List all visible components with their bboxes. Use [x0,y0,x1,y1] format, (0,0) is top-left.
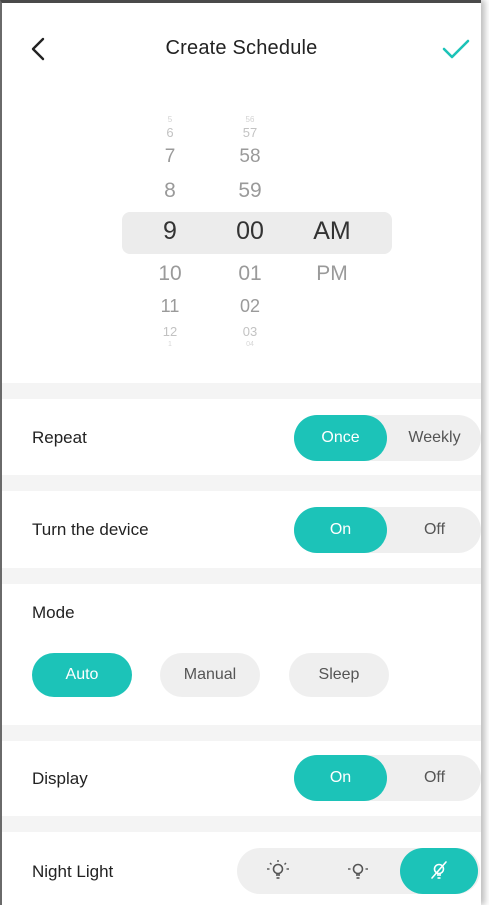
wheel-item: 56 [245,115,255,124]
wheel-item: 59 [238,179,262,202]
mode-auto-button[interactable]: Auto [32,653,132,697]
wheel-item: 58 [239,146,261,167]
wheel-item: 04 [246,341,254,348]
repeat-once-option[interactable]: Once [294,415,387,461]
bulb-bright-icon [267,860,289,879]
wheel-item: 7 [164,146,176,167]
night-light-selector [237,848,480,894]
period-wheel[interactable]: AM PM [302,103,362,373]
section-divider [2,383,481,399]
page-title: Create Schedule [165,37,318,59]
mode-sleep-button[interactable]: Sleep [289,653,389,697]
mode-manual-button[interactable]: Manual [160,653,260,697]
night-light-label: Night Light [32,862,114,881]
checkmark-icon [442,39,470,59]
turn-device-off-option[interactable]: Off [388,507,481,553]
confirm-button[interactable] [441,37,471,61]
wheel-item: 01 [238,262,262,285]
wheel-item: 12 [162,324,178,339]
section-divider [2,568,481,584]
hour-wheel[interactable]: 5 6 7 8 9 10 11 12 1 [142,103,198,373]
minute-wheel[interactable]: 56 57 58 59 00 01 02 03 04 [220,103,280,373]
header: Create Schedule [2,3,481,91]
turn-device-label: Turn the device [32,520,149,539]
wheel-item: 1 [168,341,172,348]
mode-label: Mode [32,603,75,622]
display-off-option[interactable]: Off [388,755,481,801]
bulb-off-icon [431,861,447,879]
wheel-item: 8 [164,179,176,202]
repeat-weekly-option[interactable]: Weekly [388,415,481,461]
display-toggle: On Off [294,755,481,801]
night-light-dim-option[interactable] [319,848,397,894]
wheel-item: 02 [239,296,261,316]
wheel-item-selected: 00 [236,217,264,245]
wheel-item-selected: AM [313,217,351,245]
display-on-option[interactable]: On [294,755,387,801]
wheel-item: 10 [158,262,182,285]
wheel-item: 11 [160,296,180,316]
night-light-off-option[interactable] [400,848,478,894]
wheel-item-selected: 9 [163,217,177,245]
turn-device-on-option[interactable]: On [294,507,387,553]
repeat-label: Repeat [32,428,87,447]
wheel-item: 57 [242,125,258,140]
section-divider [2,475,481,491]
time-picker[interactable]: 5 6 7 8 9 10 11 12 1 56 57 58 59 00 01 0… [2,103,481,373]
wheel-item: 6 [166,125,174,140]
wheel-item: 03 [242,324,258,339]
wheel-item: 5 [167,115,173,124]
app-screen: Create Schedule 5 6 7 8 9 10 11 12 1 56 … [0,0,481,905]
wheel-item: PM [316,262,348,285]
section-divider [2,725,481,741]
turn-device-toggle: On Off [294,507,481,553]
repeat-toggle: Once Weekly [294,415,481,461]
display-label: Display [32,769,88,788]
bulb-dim-icon [348,863,368,879]
night-light-bright-option[interactable] [239,848,317,894]
section-divider [2,816,481,832]
